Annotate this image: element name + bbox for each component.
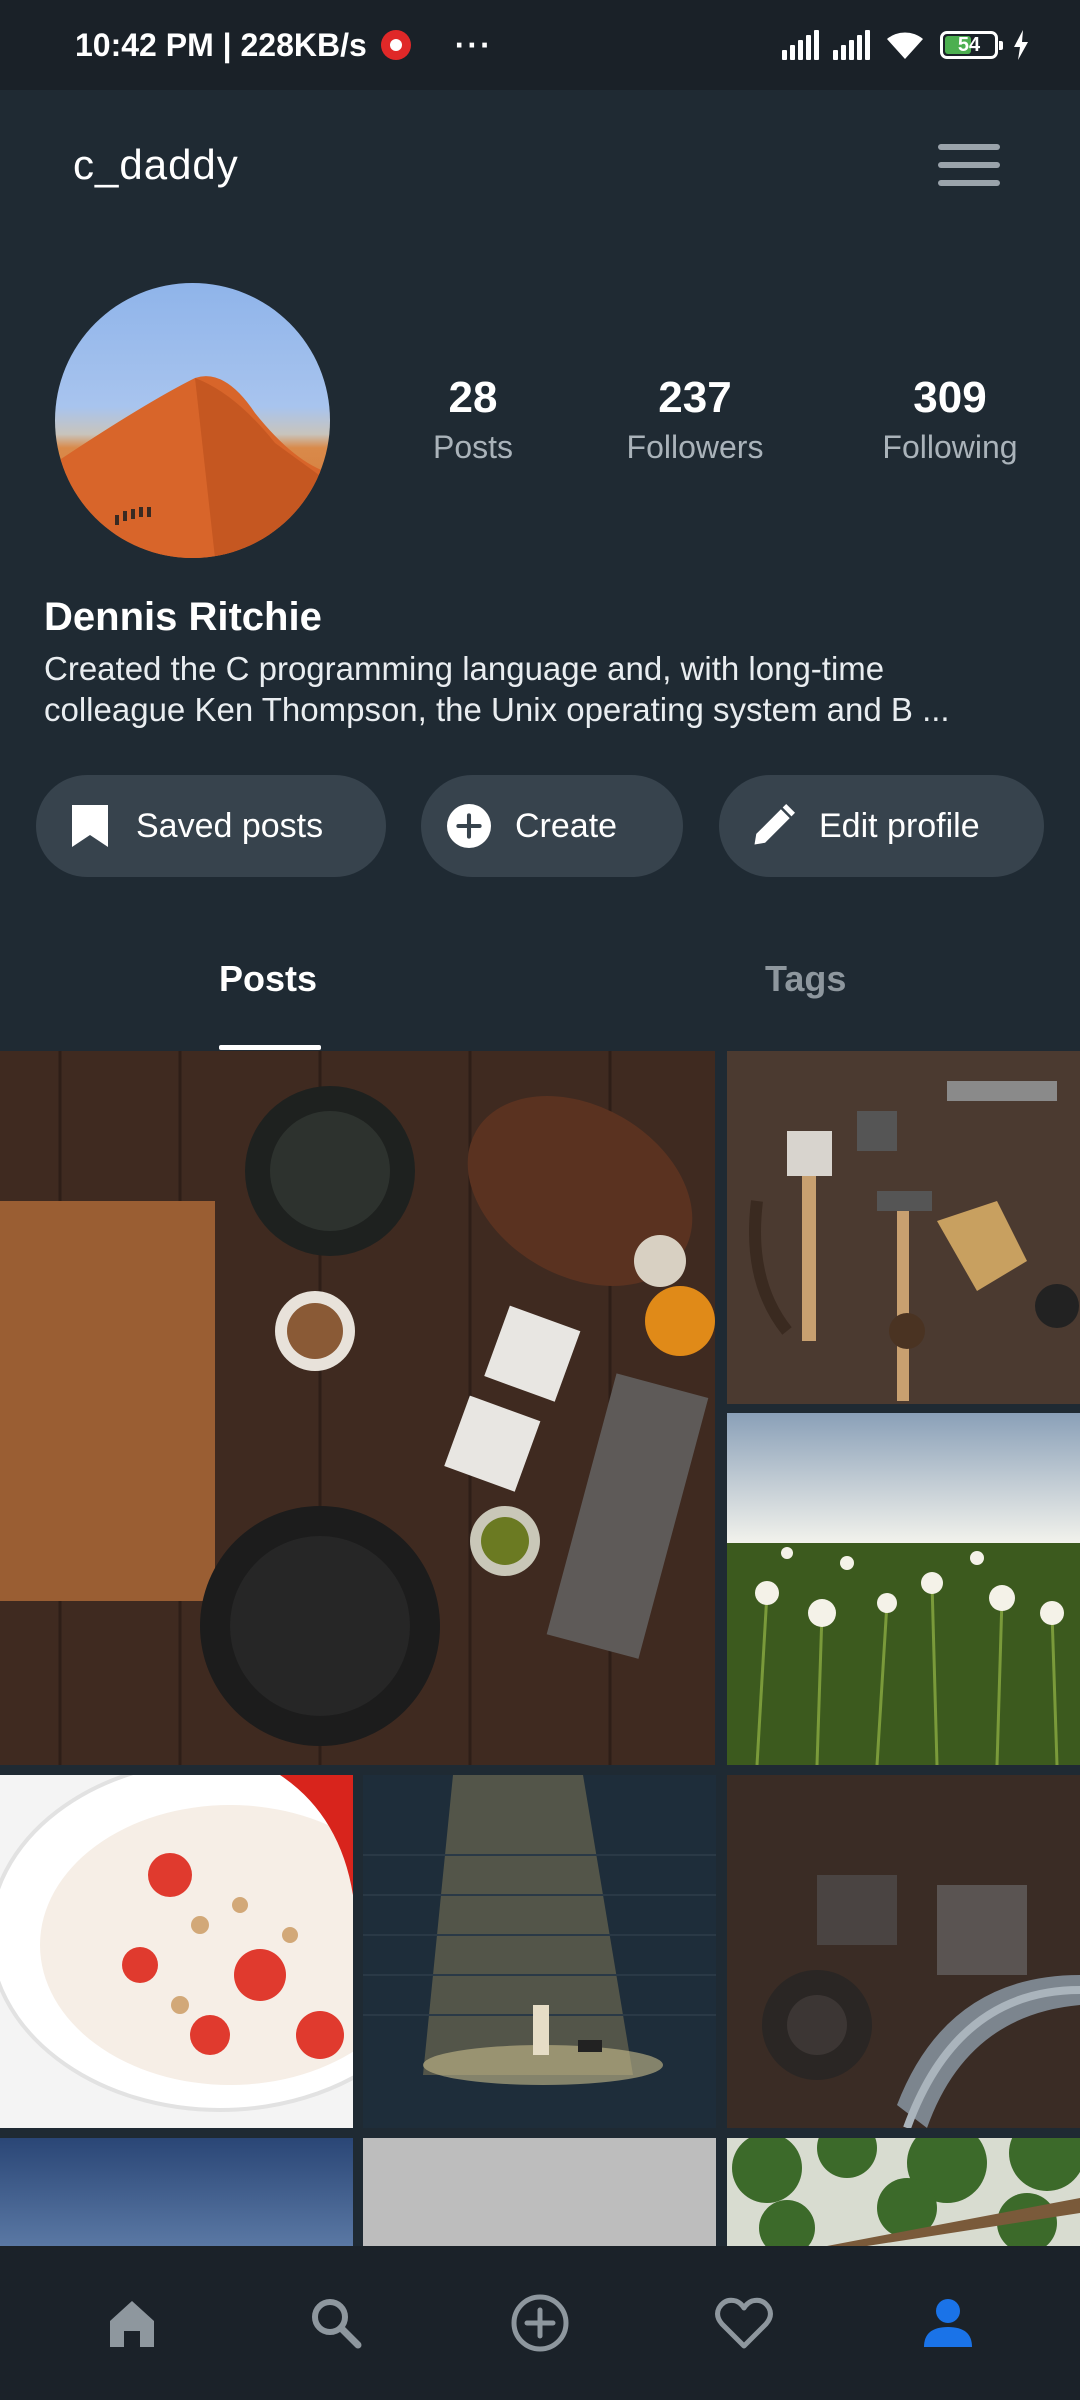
- followers-count: 237: [658, 373, 732, 422]
- status-more: ···: [454, 26, 493, 63]
- add-circle-icon[interactable]: [505, 2288, 575, 2358]
- stat-following[interactable]: 309 Following: [865, 373, 1035, 466]
- saved-posts-label: Saved posts: [136, 806, 324, 845]
- bookmark-icon: [68, 804, 112, 848]
- charging-icon: [1014, 30, 1028, 60]
- create-label: Create: [515, 806, 618, 845]
- stat-posts[interactable]: 28 Posts: [413, 373, 533, 466]
- heart-icon[interactable]: [709, 2288, 779, 2358]
- status-time: 10:42 PM | 228KB/s: [75, 26, 367, 63]
- profile-header: 28 Posts 237 Followers 309 Following: [0, 283, 1080, 558]
- posts-grid: [0, 1051, 1080, 2246]
- pencil-icon: [751, 804, 795, 848]
- post-dandelions[interactable]: [727, 1413, 1080, 1765]
- top-bar: c_daddy: [0, 90, 1080, 240]
- tab-posts[interactable]: Posts: [219, 958, 317, 1000]
- post-blue-sky[interactable]: [0, 2138, 353, 2246]
- tab-tags[interactable]: Tags: [765, 958, 846, 1000]
- post-tools[interactable]: [727, 1051, 1080, 1404]
- profile-tabs: Posts Tags: [0, 930, 1080, 1050]
- menu-icon[interactable]: [938, 144, 1000, 186]
- post-kitchen[interactable]: [0, 1051, 715, 1765]
- posts-count: 28: [448, 373, 498, 422]
- followers-label: Followers: [626, 429, 764, 465]
- battery-icon: 54: [940, 31, 1003, 59]
- avatar[interactable]: [55, 283, 330, 558]
- username: c_daddy: [73, 141, 239, 188]
- posts-label: Posts: [432, 429, 514, 465]
- edit-profile-label: Edit profile: [819, 806, 980, 845]
- post-machine[interactable]: [727, 1775, 1080, 2128]
- following-count: 309: [913, 373, 987, 422]
- person-icon[interactable]: [913, 2288, 983, 2358]
- home-icon[interactable]: [97, 2288, 167, 2358]
- signal-icon: [782, 30, 819, 60]
- stat-followers[interactable]: 237 Followers: [610, 373, 780, 466]
- following-label: Following: [882, 429, 1018, 465]
- add-circle-icon: [447, 804, 491, 848]
- youtube-music-icon: [380, 30, 411, 60]
- signal-icon-2: [833, 30, 870, 60]
- saved-posts-button[interactable]: Saved posts: [36, 775, 386, 877]
- post-alley-dog[interactable]: [363, 1775, 716, 2128]
- status-bar: 10:42 PM | 228KB/s ··· 54: [0, 0, 1080, 90]
- edit-profile-button[interactable]: Edit profile: [719, 775, 1044, 877]
- tab-indicator: [219, 1045, 321, 1050]
- profile-actions: Saved posts Create Edit profile: [0, 775, 1080, 877]
- create-button[interactable]: Create: [421, 775, 683, 877]
- bottom-nav: [0, 2246, 1080, 2400]
- post-forest[interactable]: [727, 2138, 1080, 2246]
- profile-bio: Created the C programming language and, …: [44, 650, 950, 728]
- search-icon[interactable]: [301, 2288, 371, 2358]
- battery-level: 54: [957, 33, 981, 56]
- post-gray[interactable]: [363, 2138, 716, 2246]
- profile-name: Dennis Ritchie: [44, 595, 322, 639]
- post-strawberry-cereal[interactable]: [0, 1775, 353, 2128]
- wifi-icon: [887, 32, 923, 59]
